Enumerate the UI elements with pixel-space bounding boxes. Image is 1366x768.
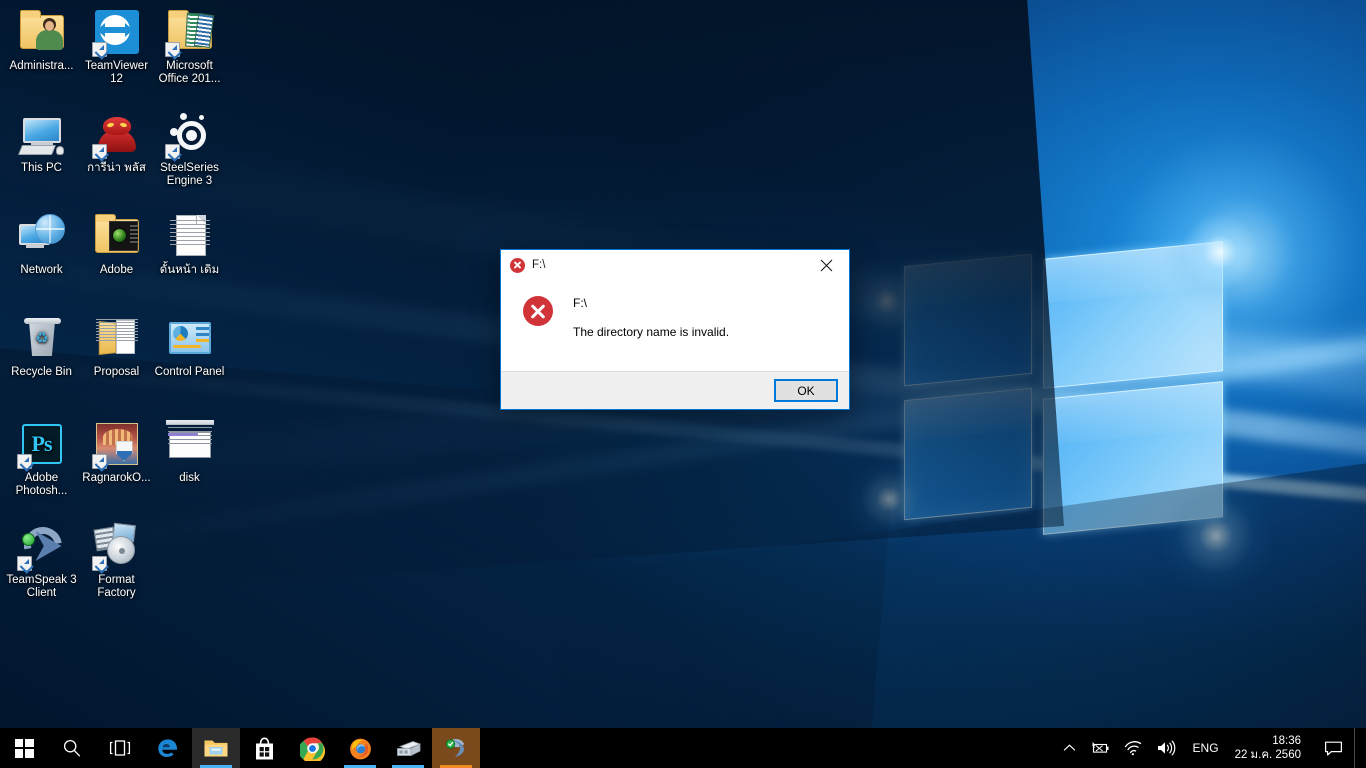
microsoft-store-icon[interactable] bbox=[240, 728, 288, 768]
task-view-icon[interactable] bbox=[96, 728, 144, 768]
clock-date: 22 ม.ค. 2560 bbox=[1234, 749, 1301, 761]
desktop-icon-label: Adobe Photosh... bbox=[15, 472, 68, 497]
desktop-icon-label: Format Factory bbox=[97, 574, 136, 599]
clock-time: 18:36 bbox=[1272, 735, 1301, 747]
microsoft-edge-icon[interactable] bbox=[144, 728, 192, 768]
ok-button[interactable]: OK bbox=[774, 379, 838, 402]
desktop-icon-administrator-folder[interactable]: Administra... bbox=[4, 8, 79, 73]
dialog-body: F:\ The directory name is invalid. bbox=[501, 280, 849, 371]
desktop-icon-label: This PC bbox=[21, 162, 62, 174]
network-icon bbox=[18, 212, 66, 260]
shortcut-arrow-icon bbox=[164, 42, 180, 57]
desktop-icon-label: Proposal bbox=[93, 366, 140, 378]
shortcut-arrow-icon bbox=[16, 454, 32, 469]
proposal-icon bbox=[93, 314, 141, 362]
steelseries-icon bbox=[164, 110, 214, 159]
shortcut-arrow-icon bbox=[16, 556, 32, 571]
disk-icon bbox=[165, 420, 214, 468]
system-tray: ENG 18:36 22 ม.ค. 2560 bbox=[1056, 728, 1366, 768]
this-pc-icon bbox=[17, 110, 66, 158]
desktop-icon-adobe-photoshop[interactable]: Ps Adobe Photosh... bbox=[4, 420, 79, 497]
desktop-icon-thai-document[interactable]: ดั้นหน้า เดิม bbox=[152, 212, 227, 277]
teamspeak-icon bbox=[16, 519, 69, 573]
desktop-icon-label: Administra... bbox=[9, 60, 74, 72]
language-indicator[interactable]: ENG bbox=[1183, 728, 1229, 768]
desktop-icon-network[interactable]: Network bbox=[4, 212, 79, 277]
desktop-icon-garena-plus[interactable]: การีน่า พลัส bbox=[79, 110, 154, 175]
mozilla-firefox-icon[interactable] bbox=[336, 728, 384, 768]
desktop-icon-adobe-folder[interactable]: Adobe bbox=[79, 212, 154, 277]
search-icon[interactable] bbox=[48, 728, 96, 768]
desktop-icon-teamviewer-12[interactable]: TeamViewer 12 bbox=[79, 8, 154, 85]
adobe-folder-icon bbox=[93, 212, 141, 260]
desktop-icon-label: Adobe bbox=[99, 264, 134, 276]
photoshop-icon: Ps bbox=[16, 420, 66, 469]
shortcut-arrow-icon bbox=[91, 454, 107, 469]
shortcut-arrow-icon bbox=[164, 144, 180, 159]
error-circle-icon bbox=[510, 257, 525, 273]
ragnarok-icon bbox=[91, 420, 141, 469]
dialog-title-bar[interactable]: F:\ bbox=[501, 250, 849, 280]
dialog-message: The directory name is invalid. bbox=[573, 325, 730, 339]
garena-icon bbox=[91, 110, 141, 159]
desktop-icon-teamspeak-3-client[interactable]: TeamSpeak 3 Client bbox=[4, 519, 79, 599]
logo-pane-top-right bbox=[1043, 241, 1223, 389]
close-icon[interactable] bbox=[803, 250, 849, 280]
desktop-icon-label: RagnarokO... bbox=[82, 472, 151, 484]
desktop-icon-label: SteelSeries Engine 3 bbox=[160, 162, 219, 187]
show-desktop-button[interactable] bbox=[1354, 728, 1366, 768]
notification-icon[interactable] bbox=[1313, 728, 1354, 768]
desktop-icon-label: Control Panel bbox=[154, 366, 225, 378]
error-circle-icon bbox=[523, 296, 553, 326]
speaker-icon[interactable] bbox=[1149, 728, 1183, 768]
dialog-title: F:\ bbox=[532, 259, 546, 271]
wifi-icon[interactable] bbox=[1117, 728, 1149, 768]
shortcut-arrow-icon bbox=[91, 556, 107, 571]
desktop-icon-label: Network bbox=[20, 264, 63, 276]
desktop-icon-label: Recycle Bin bbox=[11, 366, 72, 378]
battery-icon[interactable] bbox=[1083, 728, 1117, 768]
google-chrome-icon[interactable] bbox=[288, 728, 336, 768]
dialog-text-block: F:\ The directory name is invalid. bbox=[573, 294, 729, 371]
shortcut-arrow-icon bbox=[91, 144, 107, 159]
teamviewer-icon bbox=[91, 8, 141, 57]
recycle-bin-icon: ♻ bbox=[18, 314, 66, 362]
desktop-icon-recycle-bin[interactable]: ♻ Recycle Bin bbox=[4, 314, 79, 379]
desktop-icon-format-factory[interactable]: Format Factory bbox=[79, 522, 154, 599]
taskbar[interactable]: ENG 18:36 22 ม.ค. 2560 bbox=[0, 728, 1366, 768]
desktop-icon-disk-file[interactable]: disk bbox=[152, 420, 227, 485]
chevron-up-icon[interactable] bbox=[1056, 728, 1083, 768]
desktop-icon-label: TeamViewer 12 bbox=[84, 60, 149, 85]
desktop-icon-proposal-folder[interactable]: Proposal bbox=[79, 314, 154, 379]
desktop-icon-microsoft-office[interactable]: Microsoft Office 201... bbox=[152, 8, 227, 85]
document-icon bbox=[166, 212, 214, 260]
desktop-icon-this-pc[interactable]: This PC bbox=[4, 110, 79, 175]
desktop-icon-ragnarok-online[interactable]: RagnarokO... bbox=[79, 420, 154, 485]
clock[interactable]: 18:36 22 ม.ค. 2560 bbox=[1229, 728, 1313, 768]
desktop-icon-label: การีน่า พลัส bbox=[87, 162, 146, 174]
control-panel-icon bbox=[166, 314, 214, 362]
windows-start-icon[interactable] bbox=[0, 728, 48, 768]
desktop-icon-steelseries-engine-3[interactable]: SteelSeries Engine 3 bbox=[152, 110, 227, 187]
shortcut-arrow-icon bbox=[91, 42, 107, 57]
office-folder-icon bbox=[164, 8, 214, 57]
desktop-icon-label: Microsoft Office 201... bbox=[158, 60, 221, 85]
dialog-heading: F:\ bbox=[573, 296, 587, 310]
dialog-footer: OK bbox=[501, 371, 849, 409]
removable-drive-icon[interactable] bbox=[384, 728, 432, 768]
desktop-icon-label: TeamSpeak 3 Client bbox=[6, 574, 77, 599]
desktop-icon-label: ดั้นหน้า เดิม bbox=[159, 264, 220, 276]
error-dialog[interactable]: F:\ F:\ The directory name is invalid. O… bbox=[500, 249, 850, 410]
desktop-icon-label: disk bbox=[179, 472, 200, 484]
desktop-icon-control-panel[interactable]: Control Panel bbox=[152, 314, 227, 379]
file-explorer-icon[interactable] bbox=[192, 728, 240, 768]
format-factory-icon bbox=[91, 522, 141, 571]
admin-folder-icon bbox=[18, 8, 66, 56]
teamspeak-icon[interactable] bbox=[432, 728, 480, 768]
